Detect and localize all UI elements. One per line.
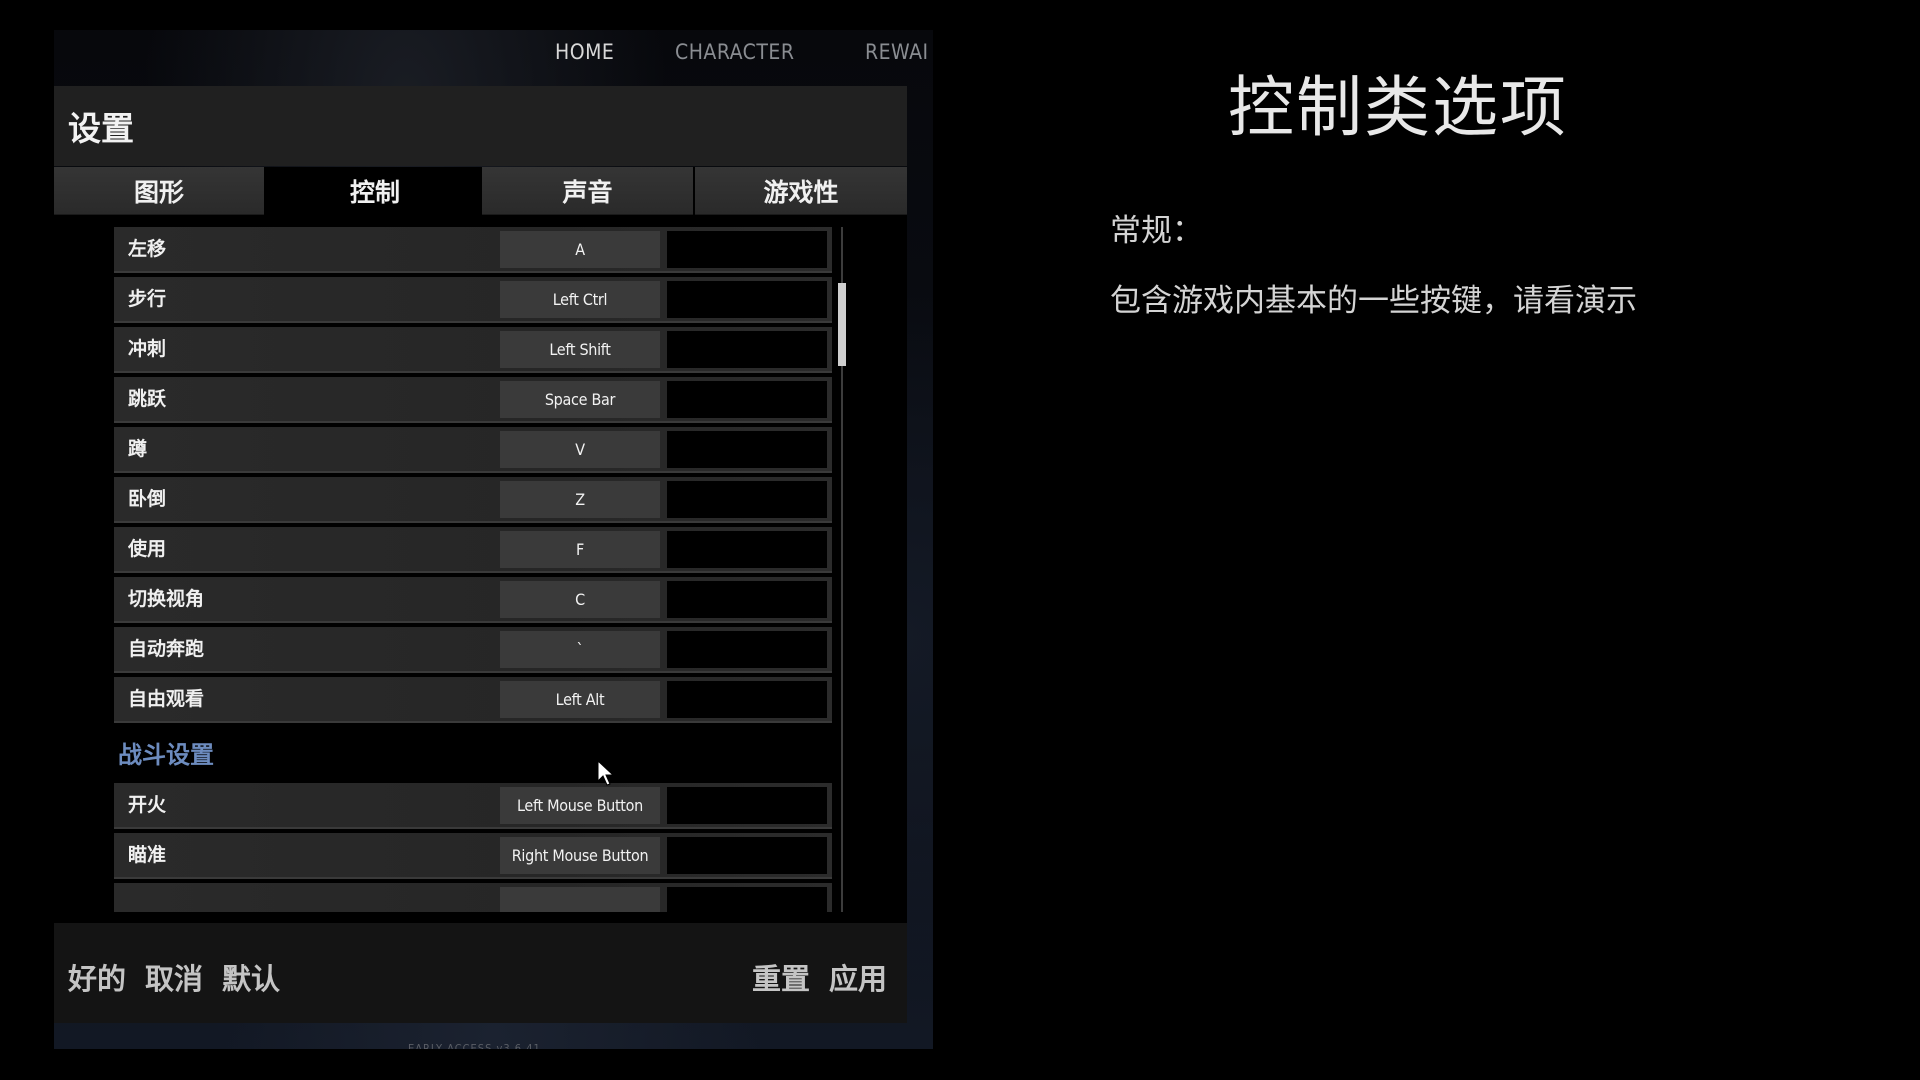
action-label: 瞄准 (128, 844, 167, 866)
nav-home[interactable]: HOME (555, 40, 614, 64)
action-label: 冲刺 (128, 338, 167, 360)
ok-button[interactable]: 好的 (68, 956, 126, 998)
keybind-list-viewport: 左移 A 步行 Left Ctrl 冲刺 Left Shift 跳跃 Space Bar 蹲 V 卧… (114, 227, 839, 912)
action-label: 自动奔跑 (128, 638, 205, 660)
default-button[interactable]: 默认 (222, 956, 280, 998)
explanation-title: 控制类选项 (1228, 69, 1568, 146)
tab-sound[interactable]: 声音 (482, 167, 693, 215)
explanation-subtitle: 常规： (1110, 213, 1203, 249)
action-label: 蹲 (128, 438, 148, 460)
keybind-row[interactable]: 瞄准 Right Mouse Button (114, 833, 832, 879)
primary-key-binding[interactable]: F (500, 531, 660, 568)
primary-key-binding[interactable]: Left Mouse Button (500, 787, 660, 824)
secondary-key-binding[interactable] (667, 381, 827, 418)
settings-header: 设置 (54, 86, 907, 166)
top-navigation: HOME CHARACTER REWAI (54, 30, 933, 86)
secondary-key-binding[interactable] (667, 681, 827, 718)
tab-graphics[interactable]: 图形 (54, 167, 264, 215)
primary-key-binding[interactable]: Right Mouse Button (500, 837, 660, 874)
action-label: 开火 (128, 794, 167, 816)
keybind-row-partial[interactable] (114, 883, 832, 912)
settings-title: 设置 (68, 109, 134, 148)
keybind-row[interactable]: 步行 Left Ctrl (114, 277, 832, 323)
keybind-row[interactable]: 自动奔跑 ` (114, 627, 832, 673)
secondary-key-binding[interactable] (667, 631, 827, 668)
keybind-row[interactable]: 使用 F (114, 527, 832, 573)
secondary-key-binding[interactable] (667, 331, 827, 368)
nav-rewards[interactable]: REWAI (865, 40, 929, 64)
combat-section-header: 战斗设置 (118, 741, 214, 769)
action-label: 跳跃 (128, 388, 167, 410)
secondary-key-binding[interactable] (667, 837, 827, 874)
scrollbar-thumb[interactable] (838, 283, 846, 366)
version-label: EARLY ACCESS v3.6.41 (408, 1042, 541, 1049)
primary-key-binding[interactable]: Space Bar (500, 381, 660, 418)
reset-button[interactable]: 重置 (752, 956, 810, 998)
keybind-row[interactable]: 跳跃 Space Bar (114, 377, 832, 423)
action-label: 切换视角 (128, 588, 205, 610)
action-label: 左移 (128, 238, 167, 260)
keybind-row[interactable]: 开火 Left Mouse Button (114, 783, 832, 829)
settings-footer: 好的 取消 默认 重置 应用 (54, 923, 907, 1023)
keybind-row[interactable]: 冲刺 Left Shift (114, 327, 832, 373)
action-label: 卧倒 (128, 488, 167, 510)
action-label: 使用 (128, 538, 167, 560)
keybind-row[interactable]: 自由观看 Left Alt (114, 677, 832, 723)
secondary-key-binding[interactable] (667, 231, 827, 268)
keybind-row[interactable]: 蹲V (114, 427, 832, 473)
settings-tabs: 图形 控制 声音 游戏性 (54, 167, 907, 215)
game-screenshot: HOME CHARACTER REWAI 设置 图形 控制 声音 游戏性 左移 A… (54, 30, 933, 1049)
secondary-key-binding[interactable] (667, 431, 827, 468)
secondary-key-binding[interactable] (667, 787, 827, 824)
action-label: 自由观看 (128, 688, 205, 710)
mouse-cursor-icon (597, 760, 615, 786)
primary-key-binding[interactable]: Left Alt (500, 681, 660, 718)
primary-key-binding[interactable]: ` (500, 631, 660, 668)
secondary-key-binding[interactable] (667, 887, 827, 912)
action-label: 步行 (128, 288, 167, 310)
primary-key-binding[interactable]: Left Ctrl (500, 281, 660, 318)
primary-key-binding[interactable]: C (500, 581, 660, 618)
secondary-key-binding[interactable] (667, 281, 827, 318)
tab-gameplay[interactable]: 游戏性 (695, 167, 907, 215)
keybind-row[interactable]: 卧倒 Z (114, 477, 832, 523)
tab-controls[interactable]: 控制 (268, 167, 482, 214)
apply-button[interactable]: 应用 (829, 956, 887, 998)
primary-key-binding[interactable]: Z (500, 481, 660, 518)
primary-key-binding[interactable]: V (500, 431, 660, 468)
explanation-description: 包含游戏内基本的一些按键，请看演示 (1110, 283, 1637, 319)
settings-panel: 设置 图形 控制 声音 游戏性 左移 A 步行 Left Ctrl 冲刺 Left Shi… (54, 86, 907, 1023)
secondary-key-binding[interactable] (667, 531, 827, 568)
secondary-key-binding[interactable] (667, 581, 827, 618)
nav-character[interactable]: CHARACTER (675, 40, 794, 64)
primary-key-binding[interactable]: Left Shift (500, 331, 660, 368)
primary-key-binding[interactable]: A (500, 231, 660, 268)
cancel-button[interactable]: 取消 (145, 956, 203, 998)
primary-key-binding[interactable] (500, 887, 660, 912)
keybind-row[interactable]: 切换视角 C (114, 577, 832, 623)
secondary-key-binding[interactable] (667, 481, 827, 518)
keybind-list: 左移 A 步行 Left Ctrl 冲刺 Left Shift 跳跃 Space Bar 蹲 V 卧… (54, 215, 907, 923)
keybind-row[interactable]: 左移 A (114, 227, 832, 273)
